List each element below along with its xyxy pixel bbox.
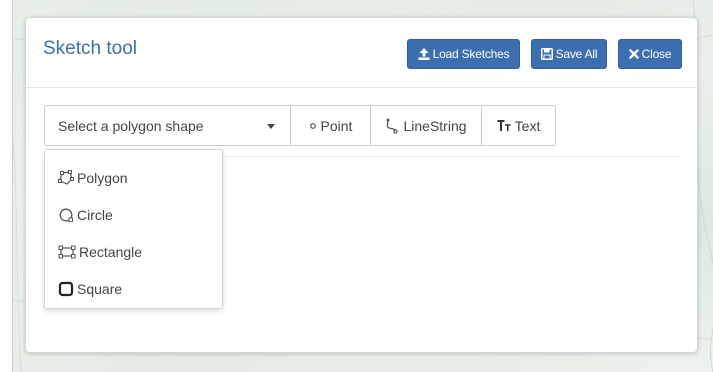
menu-item-square[interactable]: Square (45, 270, 222, 307)
polygon-icon (58, 169, 74, 185)
upload-icon (418, 48, 430, 60)
square-icon (58, 281, 74, 296)
linestring-label: LineString (403, 117, 467, 134)
linestring-icon (386, 118, 399, 134)
dialog-header: Sketch tool Load Sketches Save All Close (26, 18, 697, 88)
text-label: Text (514, 117, 541, 134)
circle-icon (59, 208, 73, 222)
text-size-icon (497, 119, 511, 131)
menu-item-polygon[interactable]: Polygon (45, 159, 222, 196)
save-all-label: Save All (555, 47, 598, 61)
dialog-title: Sketch tool (43, 38, 137, 59)
polygon-shape-select[interactable]: Select a polygon shape (44, 105, 291, 146)
menu-item-square-label: Square (77, 280, 123, 297)
menu-item-circle[interactable]: Circle (45, 196, 222, 233)
point-icon (309, 122, 316, 129)
point-label: Point (320, 117, 353, 134)
shape-dropdown-menu: Polygon Circle Rectangle Square (44, 149, 223, 309)
polygon-shape-select-value: Select a polygon shape (58, 117, 204, 134)
floppy-disk-icon (540, 48, 553, 60)
load-sketches-label: Load Sketches (432, 47, 510, 61)
menu-item-polygon-label: Polygon (77, 169, 128, 186)
sketch-tool-dialog: Sketch tool Load Sketches Save All Close (25, 17, 698, 353)
menu-item-rectangle-label: Rectangle (79, 243, 143, 260)
close-label: Close (641, 47, 672, 61)
menu-item-rectangle[interactable]: Rectangle (45, 233, 222, 270)
linestring-button[interactable]: LineString (371, 105, 482, 146)
close-icon (628, 49, 639, 59)
text-button[interactable]: Text (482, 105, 556, 146)
point-button[interactable]: Point (291, 105, 371, 146)
load-sketches-button[interactable]: Load Sketches (407, 39, 520, 69)
menu-item-circle-label: Circle (77, 206, 113, 223)
caret-down-icon (267, 124, 275, 129)
save-all-button[interactable]: Save All (531, 39, 607, 69)
rectangle-icon (58, 245, 76, 258)
close-button[interactable]: Close (618, 39, 682, 69)
